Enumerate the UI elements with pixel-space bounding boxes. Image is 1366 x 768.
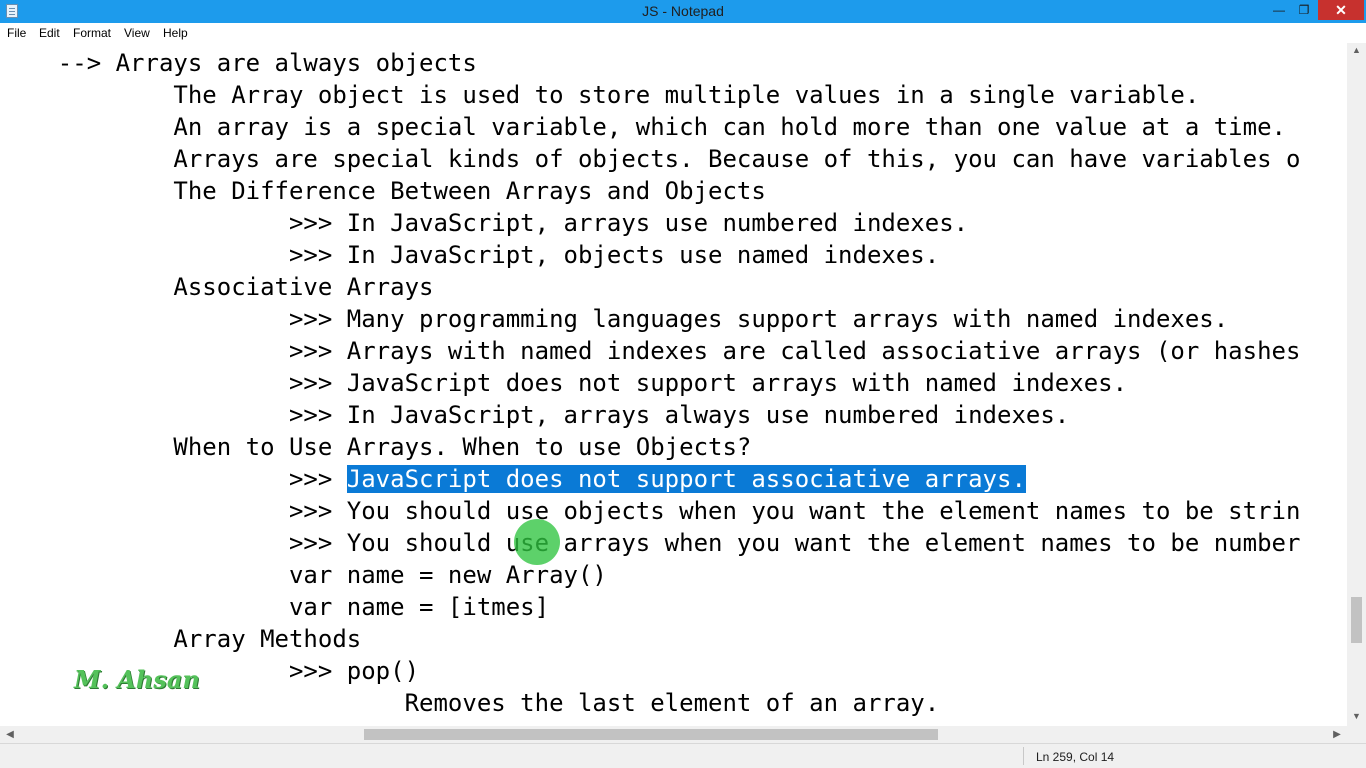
editor-line: --> Arrays are always objects: [0, 49, 477, 77]
editor-line: When to Use Arrays. When to use Objects?: [0, 433, 752, 461]
editor-line: var name = new Array(): [0, 561, 607, 589]
editor-line-selected: >>> JavaScript does not support associat…: [0, 463, 1026, 495]
line-prefix: >>>: [0, 465, 347, 493]
editor-line: >>> In JavaScript, arrays always use num…: [0, 401, 1070, 429]
selected-text[interactable]: JavaScript does not support associative …: [346, 465, 1026, 493]
editor-line: Associative Arrays: [0, 273, 434, 301]
watermark: M. Ahsan: [74, 665, 200, 694]
editor-line: >>> In JavaScript, arrays use numbered i…: [0, 209, 969, 237]
editor-line: >>> Many programming languages support a…: [0, 305, 1229, 333]
menu-help[interactable]: Help: [163, 26, 188, 40]
scroll-up-icon[interactable]: ▲: [1351, 45, 1362, 56]
vertical-scrollbar[interactable]: ▲ ▼: [1347, 43, 1366, 726]
editor-line: An array is a special variable, which ca…: [0, 113, 1286, 141]
menu-format[interactable]: Format: [73, 26, 111, 40]
editor-line: >>> JavaScript does not support arrays w…: [0, 369, 1128, 397]
editor-line: >>> Arrays with named indexes are called…: [0, 337, 1301, 365]
close-button[interactable]: ✕: [1318, 0, 1364, 20]
menu-edit[interactable]: Edit: [39, 26, 60, 40]
menu-view[interactable]: View: [124, 26, 150, 40]
maximize-button[interactable]: ❐: [1291, 0, 1317, 20]
scroll-down-icon[interactable]: ▼: [1351, 711, 1362, 722]
editor-line: >>> You should use objects when you want…: [0, 497, 1301, 525]
editor-line: >>> pop(): [0, 657, 420, 685]
editor-line: The Difference Between Arrays and Object…: [0, 177, 766, 205]
editor-line: The Array object is used to store multip…: [0, 81, 1200, 109]
editor-line: Array Methods: [0, 625, 362, 653]
title-bar: JS - Notepad — ❐ ✕: [0, 0, 1366, 23]
scroll-left-icon[interactable]: ◀: [3, 726, 17, 743]
minimize-button[interactable]: —: [1266, 0, 1292, 20]
horizontal-scroll-thumb[interactable]: [364, 729, 938, 740]
editor-line: Arrays are special kinds of objects. Bec…: [0, 145, 1301, 173]
window-title: JS - Notepad: [642, 3, 724, 19]
editor-line: >>> You should use arrays when you want …: [0, 529, 1301, 557]
horizontal-scrollbar[interactable]: ◀ ▶: [0, 726, 1347, 743]
scrollbar-corner: [1347, 726, 1366, 743]
status-separator: [1023, 747, 1024, 765]
vertical-scroll-thumb[interactable]: [1351, 597, 1362, 643]
editor-line: >>> In JavaScript, objects use named ind…: [0, 241, 940, 269]
cursor-position: Ln 259, Col 14: [1036, 750, 1115, 764]
menu-file[interactable]: File: [7, 26, 26, 40]
editor-line: var name = [itmes]: [0, 593, 550, 621]
mouse-cursor-highlight: [514, 519, 560, 565]
scroll-right-icon[interactable]: ▶: [1330, 726, 1344, 743]
status-bar: Ln 259, Col 14: [0, 743, 1366, 768]
text-editor[interactable]: --> Arrays are always objects The Array …: [0, 43, 1347, 726]
menu-bar: File Edit Format View Help: [0, 23, 1366, 43]
